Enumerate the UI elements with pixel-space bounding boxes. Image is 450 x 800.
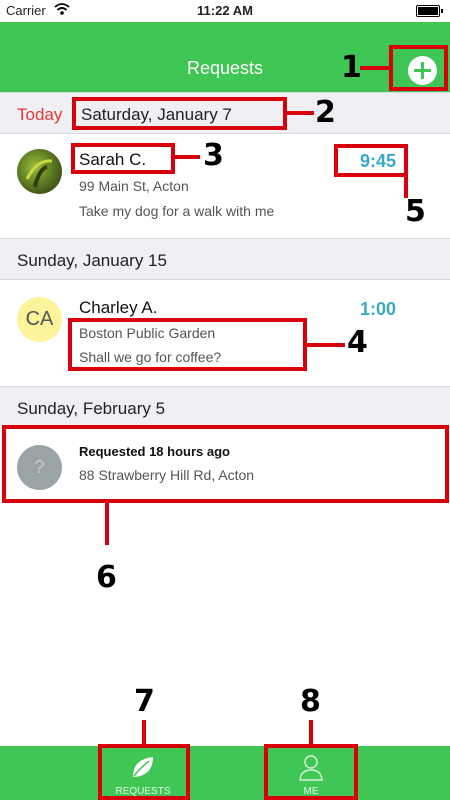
section-date: Sunday, February 5	[17, 399, 166, 418]
callout-number: 7	[134, 684, 155, 719]
avatar: CA	[17, 297, 62, 342]
callout-box-add	[389, 45, 448, 91]
callout-connector	[142, 720, 146, 745]
callout-connector	[309, 720, 313, 745]
today-label: Today	[17, 105, 63, 124]
callout-number: 2	[315, 95, 336, 130]
request-address: 99 Main St, Acton	[79, 178, 189, 194]
callout-connector	[105, 503, 109, 545]
callout-connector	[307, 343, 345, 347]
battery-icon	[416, 5, 443, 17]
navigation-bar: Requests	[0, 22, 450, 92]
callout-connector	[360, 66, 390, 70]
callout-box-pending	[2, 425, 449, 503]
status-bar: Carrier 11:22 AM	[0, 0, 450, 22]
section-date: Sunday, January 15	[17, 251, 167, 270]
callout-box-name	[71, 143, 175, 174]
section-header: Sunday, February 5	[0, 386, 450, 428]
tab-bar: REQUESTS ME	[0, 746, 450, 800]
status-time: 11:22 AM	[197, 3, 253, 18]
callout-box-tab-requests	[98, 744, 190, 800]
callout-connector	[175, 155, 200, 159]
callout-box-date	[72, 97, 287, 130]
callout-number: 4	[347, 325, 368, 360]
callout-box-time	[334, 144, 408, 177]
avatar	[17, 149, 62, 194]
callout-number: 3	[203, 138, 224, 173]
callout-box-tab-me	[264, 744, 358, 800]
callout-number: 5	[405, 194, 426, 229]
section-header: Sunday, January 15	[0, 238, 450, 280]
callout-number: 6	[96, 560, 117, 595]
callout-number: 1	[341, 50, 362, 85]
callout-box-details	[68, 318, 307, 371]
requester-name: Charley A.	[79, 298, 158, 317]
callout-number: 8	[300, 684, 321, 719]
request-time: 1:00	[359, 299, 396, 319]
callout-connector	[287, 111, 314, 115]
request-message: Take my dog for a walk with me	[79, 203, 275, 219]
